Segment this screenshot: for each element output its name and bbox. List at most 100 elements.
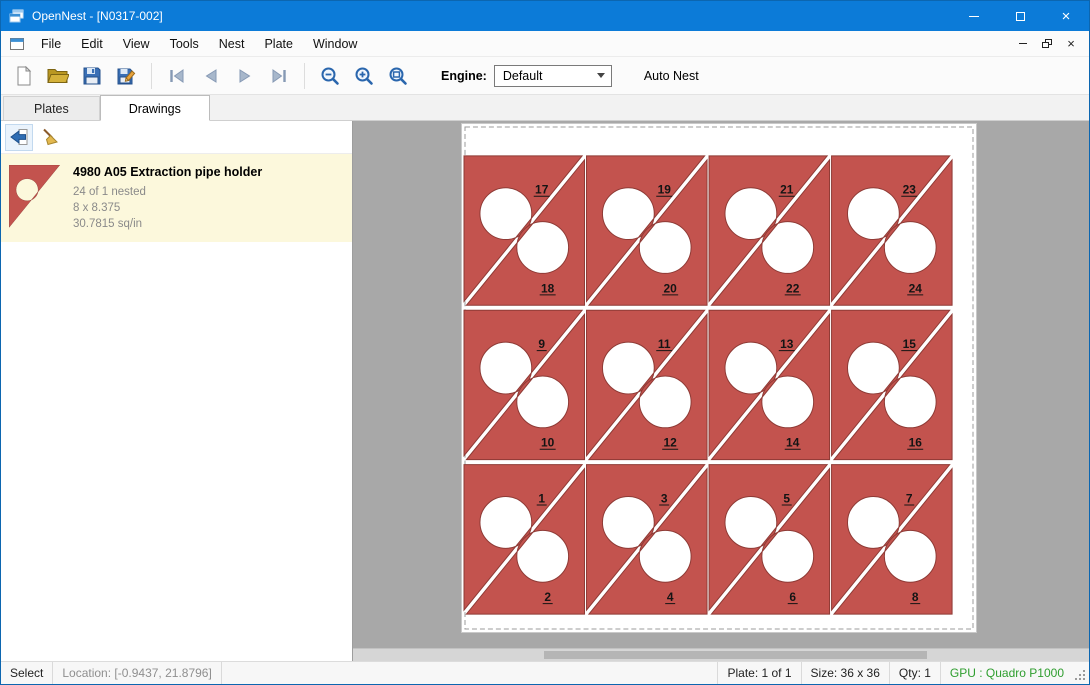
part-number-label: 12 <box>664 436 678 450</box>
part-number-label: 23 <box>903 183 917 197</box>
nest-pair: 1314 <box>709 310 830 459</box>
menu-view[interactable]: View <box>113 33 160 55</box>
save-edit-icon <box>116 66 136 86</box>
nest-pair: 1718 <box>464 156 585 305</box>
nest-pair: 1920 <box>587 156 708 305</box>
drawing-thumbnail <box>9 165 61 229</box>
plate-drawing: 171819202122232491011121314151612345678 <box>462 124 976 632</box>
menu-nest[interactable]: Nest <box>209 33 255 55</box>
previous-arrow-icon <box>201 67 221 85</box>
tab-drawings[interactable]: Drawings <box>100 95 210 121</box>
nest-pair: 1516 <box>832 310 953 459</box>
auto-nest-button[interactable]: Auto Nest <box>638 65 705 87</box>
mdi-child-icon[interactable] <box>9 36 25 52</box>
last-plate-button[interactable] <box>262 61 296 91</box>
status-spacer <box>222 662 718 684</box>
part-number-label: 2 <box>544 590 551 604</box>
send-to-plates-button[interactable] <box>5 124 33 151</box>
toolbar-separator <box>304 63 305 89</box>
part-number-label: 24 <box>909 281 923 295</box>
drawings-panel: 4980 A05 Extraction pipe holder 24 of 1 … <box>1 121 353 661</box>
nest-pair: 12 <box>464 465 585 614</box>
app-window: OpenNest - [N0317-002] × File Edit View … <box>0 0 1090 685</box>
maximize-button[interactable] <box>997 1 1043 31</box>
part-number-label: 22 <box>786 281 800 295</box>
tab-plates[interactable]: Plates <box>3 96 100 120</box>
maximize-icon <box>1016 12 1025 21</box>
open-folder-icon <box>47 66 69 85</box>
menu-bar: File Edit View Tools Nest Plate Window × <box>1 31 1089 57</box>
nest-pair: 9 10 <box>464 310 585 459</box>
new-file-icon <box>14 66 34 86</box>
first-plate-button[interactable] <box>160 61 194 91</box>
app-icon <box>9 8 25 24</box>
part-number-label: 14 <box>786 436 800 450</box>
clear-drawings-button[interactable] <box>36 124 64 151</box>
main-toolbar: Engine: Default Auto Nest <box>1 57 1089 95</box>
mdi-restore-icon <box>1042 39 1052 48</box>
nest-pair: 78 <box>832 465 953 614</box>
first-arrow-icon <box>167 67 187 85</box>
last-arrow-icon <box>269 67 289 85</box>
nest-pair: 1112 <box>587 310 708 459</box>
drawing-dimensions: 8 x 8.375 <box>73 200 262 216</box>
part-number-label: 5 <box>783 492 790 506</box>
engine-label: Engine: <box>441 69 487 83</box>
previous-plate-button[interactable] <box>194 61 228 91</box>
mdi-close-button[interactable]: × <box>1059 34 1083 54</box>
save-edit-button[interactable] <box>109 61 143 91</box>
save-floppy-icon <box>82 66 102 86</box>
status-mode: Select <box>1 662 53 684</box>
close-button[interactable]: × <box>1043 1 1089 31</box>
status-size: Size: 36 x 36 <box>801 662 889 684</box>
save-button[interactable] <box>75 61 109 91</box>
part-number-label: 7 <box>906 492 913 506</box>
minimize-button[interactable] <box>951 1 997 31</box>
horizontal-scrollbar[interactable] <box>353 648 1089 661</box>
part-number-label: 3 <box>661 492 668 506</box>
nest-pair: 56 <box>709 465 830 614</box>
part-number-label: 10 <box>541 436 555 450</box>
arrow-left-icon <box>9 127 29 147</box>
menu-window[interactable]: Window <box>303 33 367 55</box>
drawing-list-item[interactable]: 4980 A05 Extraction pipe holder 24 of 1 … <box>1 154 352 242</box>
mdi-minimize-icon <box>1019 43 1027 44</box>
zoom-out-button[interactable] <box>313 61 347 91</box>
chevron-down-icon <box>597 73 605 78</box>
drawing-info: 4980 A05 Extraction pipe holder 24 of 1 … <box>73 163 262 232</box>
menu-file[interactable]: File <box>31 33 71 55</box>
broom-icon <box>40 127 60 147</box>
status-bar: Select Location: [-0.9437, 21.8796] Plat… <box>1 661 1089 684</box>
new-button[interactable] <box>7 61 41 91</box>
zoom-fit-button[interactable] <box>381 61 415 91</box>
engine-dropdown[interactable]: Default <box>494 65 612 87</box>
part-number-label: 6 <box>789 590 796 604</box>
drawings-toolbar <box>1 121 352 154</box>
part-number-label: 17 <box>535 183 549 197</box>
drawing-area: 30.7815 sq/in <box>73 216 262 232</box>
part-number-label: 20 <box>664 281 678 295</box>
mdi-minimize-button[interactable] <box>1011 34 1035 54</box>
drawing-title: 4980 A05 Extraction pipe holder <box>73 165 262 179</box>
scrollbar-thumb[interactable] <box>544 651 927 659</box>
resize-grip[interactable] <box>1073 662 1089 684</box>
mdi-restore-button[interactable] <box>1035 34 1059 54</box>
menu-plate[interactable]: Plate <box>254 33 303 55</box>
zoom-in-button[interactable] <box>347 61 381 91</box>
nest-pair: 21 22 <box>709 156 830 305</box>
part-number-label: 18 <box>541 281 555 295</box>
open-button[interactable] <box>41 61 75 91</box>
next-plate-button[interactable] <box>228 61 262 91</box>
part-number-label: 8 <box>912 590 919 604</box>
zoom-in-icon <box>354 66 374 86</box>
part-number-label: 21 <box>780 183 794 197</box>
nest-canvas[interactable]: 171819202122232491011121314151612345678 <box>353 121 1089 661</box>
part-number-label: 15 <box>903 337 917 351</box>
menu-tools[interactable]: Tools <box>160 33 209 55</box>
zoom-fit-icon <box>388 66 408 86</box>
plate: 171819202122232491011121314151612345678 <box>461 123 977 633</box>
part-number-label: 16 <box>909 436 923 450</box>
nest-pair: 34 <box>587 465 708 614</box>
menu-edit[interactable]: Edit <box>71 33 113 55</box>
part-number-label: 9 <box>538 337 545 351</box>
